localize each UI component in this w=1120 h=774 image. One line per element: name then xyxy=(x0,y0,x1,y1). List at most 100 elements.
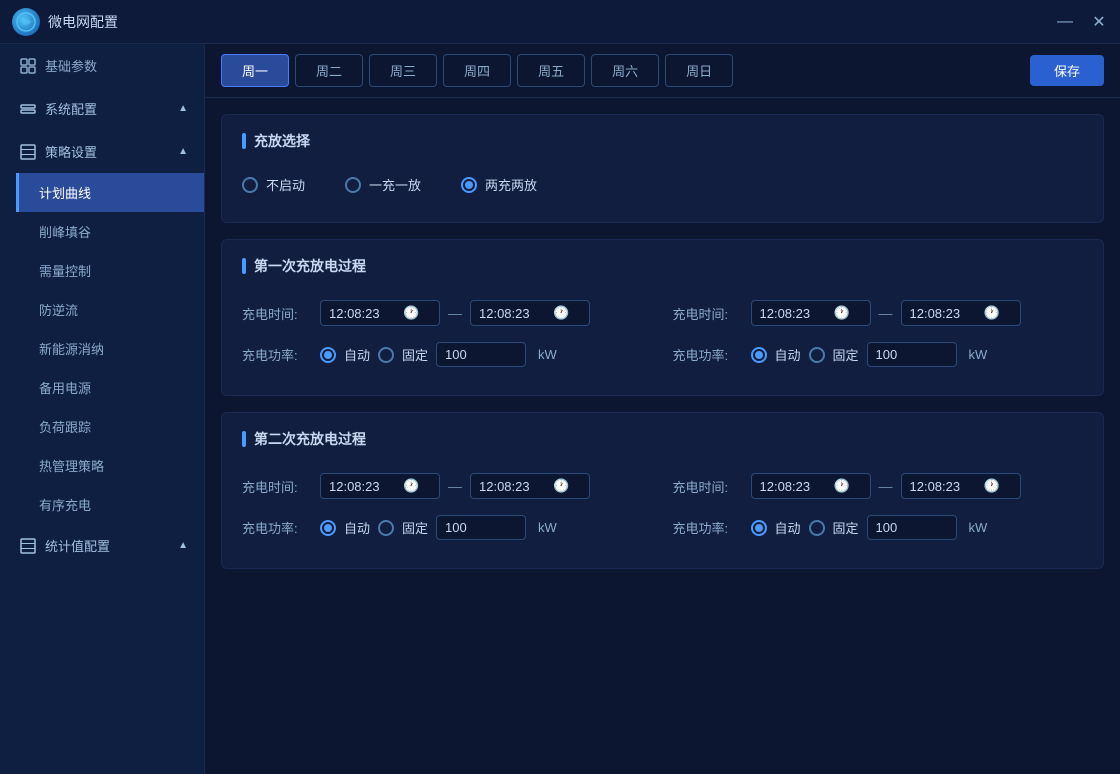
sidebar-item-backup-power[interactable]: 备用电源 xyxy=(16,368,204,407)
charge-selection-section: 充放选择 不启动 一充一放 两充两放 xyxy=(221,114,1104,223)
first-left-time-end-input[interactable] xyxy=(479,306,549,321)
first-left-power-wrap[interactable] xyxy=(436,342,526,367)
first-right-time-start-input[interactable] xyxy=(760,306,830,321)
first-left-auto-radio[interactable]: 自动 xyxy=(320,345,370,364)
radio-circle-off xyxy=(242,177,258,193)
sidebar-label-thermal-mgmt: 热管理策略 xyxy=(39,456,104,475)
close-button[interactable]: ✕ xyxy=(1090,13,1108,31)
first-right-power-label: 充电功率: xyxy=(673,345,743,364)
layers-icon xyxy=(19,100,37,118)
sidebar-label-new-energy: 新能源消纳 xyxy=(39,339,104,358)
second-right-time-end-wrap[interactable]: 🕐 xyxy=(901,473,1021,499)
tabs-bar: 周一 周二 周三 周四 周五 周六 周日 保存 xyxy=(205,44,1120,98)
first-left-fixed-radio[interactable]: 固定 xyxy=(378,345,428,364)
radio-label-auto-2: 自动 xyxy=(775,345,801,364)
second-left-time-row: 充电时间: 🕐 — 🕐 xyxy=(242,473,653,499)
sidebar-item-ordered-charge[interactable]: 有序充电 xyxy=(16,485,204,524)
second-right-time-start-input[interactable] xyxy=(760,479,830,494)
first-right-time-end-input[interactable] xyxy=(910,306,980,321)
chevron-up-icon: ▲ xyxy=(178,103,188,114)
sidebar-label-anti-backflow: 防逆流 xyxy=(39,300,78,319)
sidebar-label-stats-config: 统计值配置 xyxy=(45,536,110,555)
second-left-fixed-radio[interactable]: 固定 xyxy=(378,518,428,537)
sidebar-item-peak-fill[interactable]: 削峰填谷 xyxy=(16,212,204,251)
first-right-fixed-radio[interactable]: 固定 xyxy=(809,345,859,364)
table-icon xyxy=(19,143,37,161)
tab-wednesday[interactable]: 周三 xyxy=(369,54,437,87)
first-right-time-end-wrap[interactable]: 🕐 xyxy=(901,300,1021,326)
second-left-time-end-input[interactable] xyxy=(479,479,549,494)
clock-icon-1: 🕐 xyxy=(403,305,419,321)
sidebar-item-thermal-mgmt[interactable]: 热管理策略 xyxy=(16,446,204,485)
second-right-fixed-radio[interactable]: 固定 xyxy=(809,518,859,537)
first-right-unit: kW xyxy=(969,347,988,362)
tab-tuesday[interactable]: 周二 xyxy=(295,54,363,87)
first-left-time-end-wrap[interactable]: 🕐 xyxy=(470,300,590,326)
minimize-button[interactable]: — xyxy=(1056,13,1074,31)
first-right-power-input[interactable] xyxy=(876,347,936,362)
second-right-power-wrap[interactable] xyxy=(867,515,957,540)
first-left-power-row: 充电功率: 自动 固定 k xyxy=(242,342,653,367)
radio-label-two: 两充两放 xyxy=(485,175,537,194)
sidebar-label-system-config: 系统配置 xyxy=(45,99,97,118)
tab-saturday[interactable]: 周六 xyxy=(591,54,659,87)
radio-label-auto-1: 自动 xyxy=(344,345,370,364)
radio-one[interactable]: 一充一放 xyxy=(345,175,421,194)
clock-icon-5: 🕐 xyxy=(403,478,419,494)
second-right-power-input[interactable] xyxy=(876,520,936,535)
main-content: 充放选择 不启动 一充一放 两充两放 xyxy=(205,98,1120,774)
sidebar-item-load-tracking[interactable]: 负荷跟踪 xyxy=(16,407,204,446)
radio-label-fixed-2: 固定 xyxy=(833,345,859,364)
save-button[interactable]: 保存 xyxy=(1030,55,1104,86)
sidebar-item-system-config[interactable]: 系统配置 ▲ xyxy=(0,87,204,130)
radio-circle-two xyxy=(461,177,477,193)
second-left-auto-radio[interactable]: 自动 xyxy=(320,518,370,537)
second-left-time-start-wrap[interactable]: 🕐 xyxy=(320,473,440,499)
sidebar-item-new-energy[interactable]: 新能源消纳 xyxy=(16,329,204,368)
first-right-auto-radio[interactable]: 自动 xyxy=(751,345,801,364)
first-left-power-input[interactable] xyxy=(445,347,505,362)
first-process-right: 充电时间: 🕐 — 🕐 充电功率: xyxy=(673,300,1084,367)
second-left-time-start-input[interactable] xyxy=(329,479,399,494)
first-right-power-wrap[interactable] xyxy=(867,342,957,367)
dash-sep-4: — xyxy=(879,478,893,494)
second-left-time-end-wrap[interactable]: 🕐 xyxy=(470,473,590,499)
radio-circle-fixed-3 xyxy=(378,520,394,536)
tab-monday[interactable]: 周一 xyxy=(221,54,289,87)
clock-icon-3: 🕐 xyxy=(834,305,850,321)
first-left-time-start-input[interactable] xyxy=(329,306,399,321)
radio-two[interactable]: 两充两放 xyxy=(461,175,537,194)
app-title: 微电网配置 xyxy=(48,12,1056,32)
radio-circle-one xyxy=(345,177,361,193)
second-process-section: 第二次充放电过程 充电时间: 🕐 — xyxy=(221,412,1104,569)
sidebar-item-demand-control[interactable]: 需量控制 xyxy=(16,251,204,290)
sidebar-label-load-tracking: 负荷跟踪 xyxy=(39,417,91,436)
sidebar-item-stats-config[interactable]: 统计值配置 ▲ xyxy=(0,524,204,567)
second-process-right: 充电时间: 🕐 — 🕐 充电功率: xyxy=(673,473,1084,540)
dash-sep-3: — xyxy=(448,478,462,494)
second-left-power-wrap[interactable] xyxy=(436,515,526,540)
tab-sunday[interactable]: 周日 xyxy=(665,54,733,87)
second-right-time-end-input[interactable] xyxy=(910,479,980,494)
second-right-time-row: 充电时间: 🕐 — 🕐 xyxy=(673,473,1084,499)
second-left-power-input[interactable] xyxy=(445,520,505,535)
first-left-time-start-wrap[interactable]: 🕐 xyxy=(320,300,440,326)
table-icon-2 xyxy=(19,537,37,555)
second-right-auto-radio[interactable]: 自动 xyxy=(751,518,801,537)
first-right-time-start-wrap[interactable]: 🕐 xyxy=(751,300,871,326)
radio-off[interactable]: 不启动 xyxy=(242,175,305,194)
radio-circle-auto-3 xyxy=(320,520,336,536)
first-left-power-label: 充电功率: xyxy=(242,345,312,364)
tab-thursday[interactable]: 周四 xyxy=(443,54,511,87)
sidebar-item-plan-curve[interactable]: 计划曲线 xyxy=(16,173,204,212)
sidebar-item-anti-backflow[interactable]: 防逆流 xyxy=(16,290,204,329)
sidebar-item-strategy-settings[interactable]: 策略设置 ▲ xyxy=(0,130,204,173)
charge-selection-title: 充放选择 xyxy=(242,131,1083,151)
chevron-up-icon-3: ▲ xyxy=(178,540,188,551)
sidebar-item-basic-params[interactable]: 基础参数 xyxy=(0,44,204,87)
radio-label-fixed-4: 固定 xyxy=(833,518,859,537)
second-right-time-start-wrap[interactable]: 🕐 xyxy=(751,473,871,499)
second-left-power-row: 充电功率: 自动 固定 k xyxy=(242,515,653,540)
radio-circle-auto-2 xyxy=(751,347,767,363)
tab-friday[interactable]: 周五 xyxy=(517,54,585,87)
